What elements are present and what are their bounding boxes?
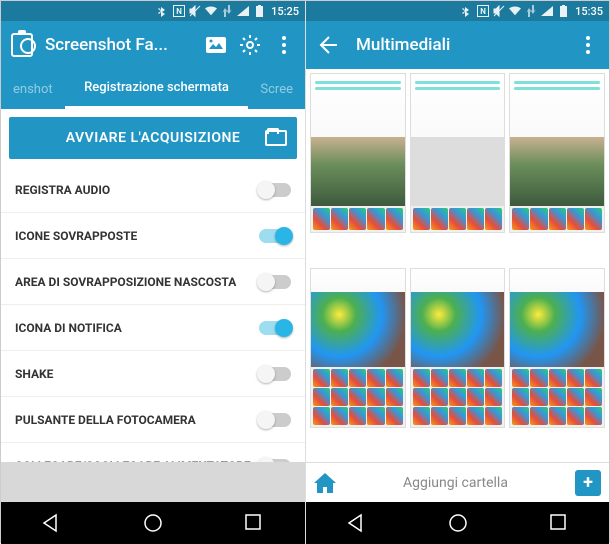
status-time: 15:35 bbox=[575, 5, 603, 18]
system-nav-bar bbox=[306, 502, 609, 544]
home-button[interactable] bbox=[448, 513, 468, 533]
media-thumbnail[interactable] bbox=[410, 268, 506, 428]
toggle[interactable] bbox=[259, 459, 291, 463]
setting-row-power-connect[interactable]: COLLEGARE/SCOLLEGARE ALIMENTATORE bbox=[1, 443, 305, 462]
add-folder-label[interactable]: Aggiungi cartella bbox=[344, 475, 567, 491]
phone-gallery-app: N 15:35 Multimediali Aggiungi cartella + bbox=[305, 1, 609, 544]
toggle[interactable] bbox=[259, 321, 291, 335]
add-button[interactable]: + bbox=[575, 470, 601, 496]
system-nav-bar bbox=[1, 502, 305, 544]
setting-row-overlay-icons[interactable]: ICONE SOVRAPPOSTE bbox=[1, 213, 305, 259]
phone-screenshot-app: N 15:25 Screenshot Fa... enshot Registra… bbox=[1, 1, 305, 544]
app-title: Multimediali bbox=[356, 35, 565, 55]
setting-row-hidden-overlay-area[interactable]: AREA DI SOVRAPPOSIZIONE NASCOSTA bbox=[1, 259, 305, 305]
back-button[interactable] bbox=[347, 513, 367, 533]
recents-button[interactable] bbox=[549, 513, 569, 533]
bottom-action-bar: Aggiungi cartella + bbox=[306, 462, 609, 502]
app-toolbar: Multimediali bbox=[306, 21, 609, 69]
setting-row-record-audio[interactable]: REGISTRA AUDIO bbox=[1, 167, 305, 213]
settings-icon[interactable] bbox=[239, 34, 261, 56]
mute-icon bbox=[493, 5, 505, 17]
tab-next[interactable]: Scree bbox=[248, 69, 305, 109]
overflow-menu-icon[interactable] bbox=[577, 34, 599, 56]
tab-screen-recording[interactable]: Registrazione schermata bbox=[65, 69, 249, 109]
folder-icon[interactable] bbox=[265, 130, 287, 146]
empty-area bbox=[1, 462, 305, 502]
app-logo-icon bbox=[11, 34, 33, 56]
bluetooth-icon bbox=[461, 5, 473, 17]
media-thumbnail[interactable] bbox=[509, 73, 605, 233]
setting-row-notification-icon[interactable]: ICONA DI NOTIFICA bbox=[1, 305, 305, 351]
toggle[interactable] bbox=[259, 413, 291, 427]
battery-icon bbox=[557, 5, 569, 17]
mute-icon bbox=[189, 5, 201, 17]
wifi-icon bbox=[509, 5, 521, 17]
status-time: 15:25 bbox=[271, 5, 299, 18]
home-button[interactable] bbox=[143, 513, 163, 533]
media-grid bbox=[306, 69, 609, 462]
toggle[interactable] bbox=[259, 183, 291, 197]
media-thumbnail[interactable] bbox=[509, 268, 605, 428]
media-thumbnail[interactable] bbox=[310, 73, 406, 233]
app-title: Screenshot Fa... bbox=[45, 35, 193, 55]
data-icon bbox=[525, 5, 537, 17]
start-capture-label: AVVIARE L'ACQUISIZIONE bbox=[66, 130, 241, 146]
media-thumbnail[interactable] bbox=[310, 268, 406, 428]
nfc-icon: N bbox=[173, 5, 185, 17]
battery-icon bbox=[253, 5, 265, 17]
gallery-icon[interactable] bbox=[205, 34, 227, 56]
bluetooth-icon bbox=[157, 5, 169, 17]
wifi-icon bbox=[205, 5, 217, 17]
settings-list: REGISTRA AUDIO ICONE SOVRAPPOSTE AREA DI… bbox=[1, 167, 305, 462]
status-bar: N 15:35 bbox=[306, 1, 609, 21]
overflow-menu-icon[interactable] bbox=[273, 34, 295, 56]
app-toolbar: Screenshot Fa... bbox=[1, 21, 305, 69]
data-icon bbox=[221, 5, 233, 17]
tab-bar: enshot Registrazione schermata Scree bbox=[1, 69, 305, 109]
home-icon[interactable] bbox=[314, 473, 336, 493]
recents-button[interactable] bbox=[244, 513, 264, 533]
start-capture-button[interactable]: AVVIARE L'ACQUISIZIONE bbox=[9, 117, 297, 159]
toggle[interactable] bbox=[259, 275, 291, 289]
back-button[interactable] bbox=[42, 513, 62, 533]
setting-row-shake[interactable]: SHAKE bbox=[1, 351, 305, 397]
back-arrow-icon[interactable] bbox=[316, 34, 338, 56]
tab-screenshot[interactable]: enshot bbox=[1, 69, 65, 109]
nfc-icon: N bbox=[477, 5, 489, 17]
media-thumbnail[interactable] bbox=[410, 73, 506, 233]
setting-row-camera-button[interactable]: PULSANTE DELLA FOTOCAMERA bbox=[1, 397, 305, 443]
signal-icon bbox=[541, 5, 553, 17]
toggle[interactable] bbox=[259, 229, 291, 243]
signal-icon bbox=[237, 5, 249, 17]
status-bar: N 15:25 bbox=[1, 1, 305, 21]
toggle[interactable] bbox=[259, 367, 291, 381]
